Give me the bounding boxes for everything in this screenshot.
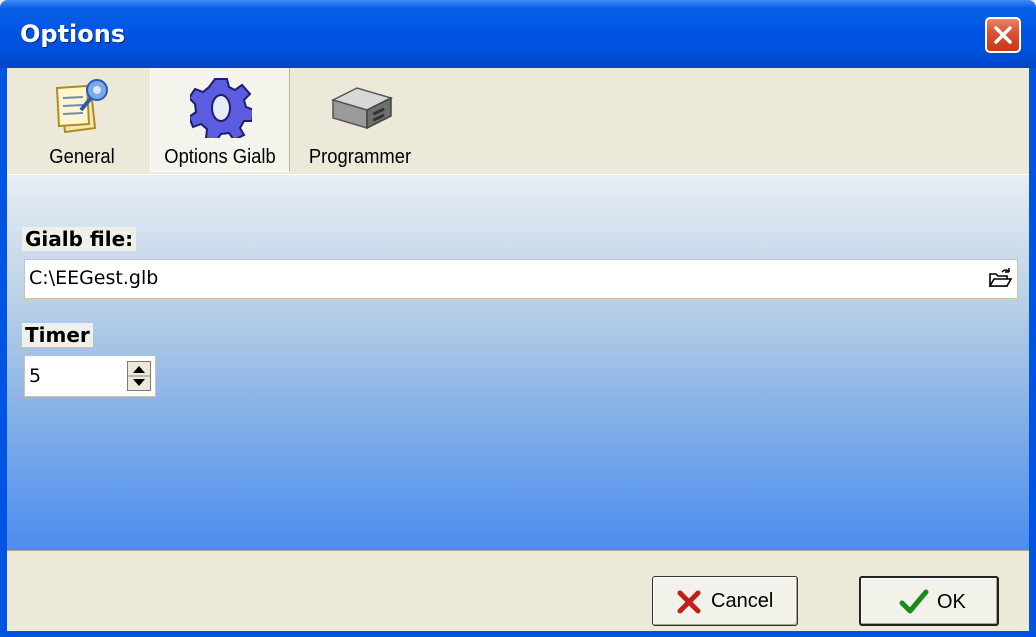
options-panel: Gialb file: C:\EEGest.glb Timer 5	[7, 174, 1029, 551]
window-title: Options	[20, 20, 126, 48]
timer-spin-buttons[interactable]	[127, 361, 151, 391]
tab-programmer[interactable]: Programmer	[295, 68, 425, 172]
cancel-button[interactable]: Cancel	[652, 576, 798, 626]
gialb-file-field[interactable]: C:\EEGest.glb	[24, 259, 1018, 299]
tab-general-label: General	[49, 146, 115, 168]
tab-general[interactable]: General	[23, 68, 141, 172]
close-icon	[994, 26, 1012, 44]
close-button[interactable]	[985, 17, 1021, 53]
checkmark-icon	[899, 589, 929, 614]
cancel-button-label: Cancel	[711, 590, 774, 612]
button-bar: Cancel OK	[7, 550, 1029, 631]
general-settings-icon	[55, 79, 108, 134]
timer-label: Timer	[22, 323, 93, 347]
gialb-file-value: C:\EEGest.glb	[29, 267, 159, 289]
tab-options-gialb[interactable]: Options Gialb	[150, 68, 290, 172]
options-dialog: Options General Options Gialb Programmer…	[0, 0, 1036, 637]
tab-programmer-label: Programmer	[308, 146, 412, 168]
dialog-body: General Options Gialb Programmer Gialb f…	[7, 68, 1029, 631]
timer-spinner[interactable]: 5	[24, 355, 156, 397]
category-toolbar: General Options Gialb Programmer	[7, 68, 1029, 174]
title-bar[interactable]: Options	[0, 0, 1036, 68]
programmer-device-icon	[330, 87, 394, 130]
ok-button-label: OK	[937, 591, 966, 613]
timer-value: 5	[29, 365, 42, 387]
gear-icon	[190, 78, 252, 138]
cancel-x-icon	[677, 590, 701, 614]
ok-button[interactable]: OK	[859, 576, 999, 626]
tab-options-gialb-label: Options Gialb	[164, 146, 276, 168]
spin-arrows-icon	[128, 366, 150, 386]
folder-open-icon[interactable]	[987, 266, 1013, 292]
gialb-file-label: Gialb file:	[22, 227, 137, 251]
